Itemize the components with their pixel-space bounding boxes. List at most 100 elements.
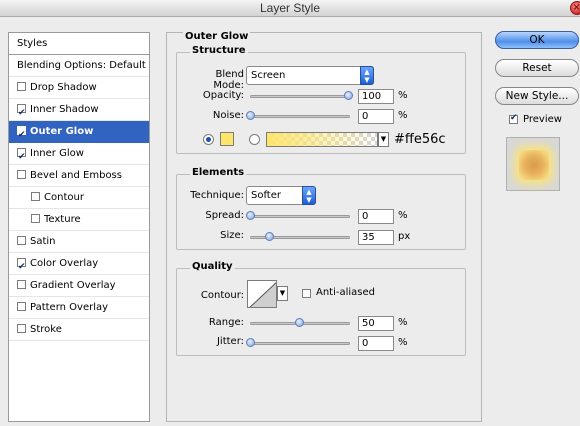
preview-checkbox[interactable] bbox=[509, 113, 518, 124]
opacity-input[interactable]: 100 bbox=[358, 89, 394, 104]
contour-picker[interactable] bbox=[247, 280, 277, 308]
sidebar-item-contour[interactable]: Contour bbox=[9, 187, 149, 209]
sidebar-item-outer-glow[interactable]: Outer Glow bbox=[9, 121, 149, 146]
color-overlay-checkbox[interactable] bbox=[17, 256, 26, 278]
reset-button[interactable]: Reset bbox=[495, 59, 579, 77]
gradient-overlay-checkbox[interactable] bbox=[17, 280, 26, 289]
structure-title: Structure bbox=[190, 45, 248, 56]
jitter-label: Jitter: bbox=[184, 336, 244, 347]
inner-glow-checkbox[interactable] bbox=[17, 146, 26, 168]
sidebar-header-label: Styles bbox=[17, 38, 48, 49]
contour-dropdown-icon[interactable]: ▼ bbox=[277, 286, 288, 301]
sidebar-item-label: Stroke bbox=[30, 324, 62, 335]
sidebar-item-texture[interactable]: Texture bbox=[9, 209, 149, 231]
sidebar-item-inner-shadow[interactable]: Inner Shadow bbox=[9, 99, 149, 124]
noise-label-text: Noise: bbox=[212, 110, 244, 121]
gradient-radio[interactable] bbox=[249, 134, 260, 145]
size-slider-thumb[interactable] bbox=[265, 232, 274, 241]
contour-checkbox[interactable] bbox=[31, 192, 40, 201]
noise-slider-track[interactable] bbox=[250, 115, 350, 118]
inner-shadow-checkbox[interactable] bbox=[17, 102, 26, 124]
sidebar-item-label: Gradient Overlay bbox=[30, 280, 116, 291]
spread-slider-track[interactable] bbox=[250, 215, 350, 218]
sidebar-item-stroke[interactable]: Stroke bbox=[9, 319, 149, 341]
range-input[interactable]: 50 bbox=[358, 316, 394, 331]
size-input[interactable]: 35 bbox=[358, 230, 394, 245]
size-label-text: Size: bbox=[220, 230, 244, 241]
contour-label: Contour: bbox=[200, 290, 244, 301]
jitter-slider-thumb[interactable] bbox=[246, 338, 255, 347]
sidebar-item-label: Inner Glow bbox=[30, 148, 84, 159]
technique-label: Technique: bbox=[184, 190, 244, 201]
sidebar-item-label: Outer Glow bbox=[30, 126, 94, 137]
sidebar-item-label: Drop Shadow bbox=[30, 82, 97, 93]
anti-aliased-label: Anti-aliased bbox=[316, 287, 376, 298]
window-titlebar: Layer Style bbox=[0, 0, 580, 17]
panel-title: Outer Glow bbox=[183, 31, 251, 42]
sidebar-item-drop-shadow[interactable]: Drop Shadow bbox=[9, 77, 149, 99]
range-label: Range: bbox=[184, 317, 244, 328]
texture-checkbox[interactable] bbox=[31, 214, 40, 223]
noise-slider-thumb[interactable] bbox=[246, 111, 255, 120]
sidebar-header-styles[interactable]: Styles bbox=[9, 33, 149, 55]
close-icon[interactable] bbox=[570, 0, 580, 16]
sidebar-item-bevel-and-emboss[interactable]: Bevel and Emboss bbox=[9, 165, 149, 187]
opacity-label-text: Opacity: bbox=[202, 90, 244, 101]
sidebar-item-pattern-overlay[interactable]: Pattern Overlay bbox=[9, 297, 149, 319]
spread-input[interactable]: 0 bbox=[358, 209, 394, 224]
jitter-slider-track[interactable] bbox=[250, 342, 350, 345]
preview-swatch bbox=[519, 150, 549, 180]
sidebar-item-label: Blending Options: Default bbox=[17, 60, 146, 71]
ok-button[interactable]: OK bbox=[495, 31, 579, 49]
contour-curve-icon bbox=[249, 282, 276, 307]
jitter-input[interactable]: 0 bbox=[358, 336, 394, 351]
select-arrows-icon: ▲ ▼ bbox=[302, 186, 316, 205]
pattern-overlay-checkbox[interactable] bbox=[17, 302, 26, 311]
outer-glow-checkbox[interactable] bbox=[17, 124, 26, 146]
stroke-checkbox[interactable] bbox=[17, 324, 26, 333]
opacity-label: Opacity: bbox=[184, 90, 244, 101]
preview-label: Preview bbox=[523, 114, 562, 125]
style-preview bbox=[506, 137, 560, 191]
satin-checkbox[interactable] bbox=[17, 236, 26, 245]
gradient-dropdown-icon[interactable]: ▼ bbox=[378, 132, 389, 147]
bevel-and-emboss-checkbox[interactable] bbox=[17, 170, 26, 179]
sidebar-item-color-overlay[interactable]: Color Overlay bbox=[9, 253, 149, 278]
solid-color-radio[interactable] bbox=[203, 134, 214, 145]
blend-mode-select[interactable]: Screen ▲ ▼ bbox=[246, 66, 374, 85]
sidebar-item-label: Texture bbox=[44, 214, 81, 225]
range-slider-thumb[interactable] bbox=[295, 318, 304, 327]
new-style-button[interactable]: New Style... bbox=[495, 87, 579, 105]
opacity-slider-thumb[interactable] bbox=[344, 91, 353, 100]
sidebar-item-label: Bevel and Emboss bbox=[30, 170, 122, 181]
size-label: Size: bbox=[184, 230, 244, 241]
sidebar-item-blending-options[interactable]: Blending Options: Default bbox=[9, 55, 149, 77]
anti-aliased-checkbox[interactable] bbox=[302, 289, 311, 298]
blend-mode-label: Blend Mode: bbox=[184, 69, 244, 91]
glow-color-swatch[interactable] bbox=[220, 132, 234, 146]
elements-title: Elements bbox=[190, 167, 247, 178]
size-unit: px bbox=[398, 231, 411, 242]
sidebar-item-gradient-overlay[interactable]: Gradient Overlay bbox=[9, 275, 149, 297]
glow-gradient-picker[interactable] bbox=[266, 132, 378, 147]
technique-select[interactable]: Softer ▲ ▼ bbox=[246, 186, 316, 205]
window-title: Layer Style bbox=[259, 1, 321, 15]
opacity-percent: % bbox=[398, 90, 408, 101]
styles-sidebar: Styles Blending Options: Default Drop Sh… bbox=[8, 32, 150, 422]
opacity-slider-track[interactable] bbox=[250, 95, 350, 98]
glow-color-hex: #ffe56c bbox=[394, 132, 446, 147]
blend-mode-value: Screen bbox=[251, 70, 286, 81]
sidebar-item-label: Satin bbox=[30, 236, 56, 247]
quality-title: Quality bbox=[190, 261, 235, 272]
noise-input[interactable]: 0 bbox=[358, 109, 394, 124]
spread-slider-thumb[interactable] bbox=[246, 211, 255, 220]
drop-shadow-checkbox[interactable] bbox=[17, 82, 26, 91]
spread-label: Spread: bbox=[184, 210, 244, 221]
sidebar-item-satin[interactable]: Satin bbox=[9, 231, 149, 253]
sidebar-item-label: Inner Shadow bbox=[30, 104, 99, 115]
sidebar-item-label: Contour bbox=[44, 192, 84, 203]
sidebar-item-inner-glow[interactable]: Inner Glow bbox=[9, 143, 149, 168]
noise-percent: % bbox=[398, 110, 408, 121]
select-arrows-icon: ▲ ▼ bbox=[360, 66, 374, 85]
sidebar-item-label: Color Overlay bbox=[30, 258, 99, 269]
